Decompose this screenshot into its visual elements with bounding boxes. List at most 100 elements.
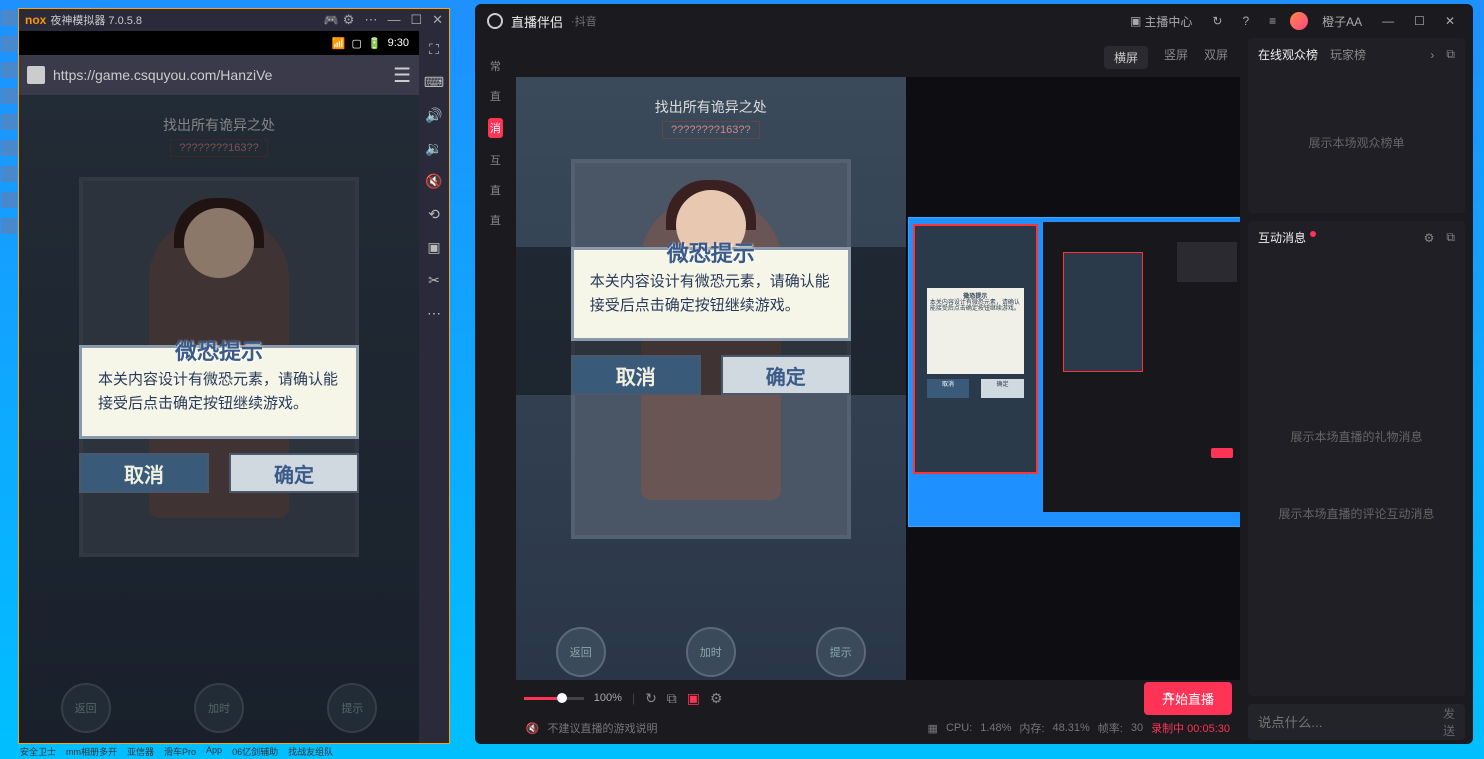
refresh-icon[interactable]: ↻ (645, 690, 657, 707)
mem-value: 48.31% (1052, 722, 1089, 734)
help-button[interactable]: ? (1236, 12, 1255, 30)
more-icon[interactable]: ⋯ (427, 305, 441, 322)
popout-icon[interactable]: ⧉ (1446, 230, 1455, 245)
sc-titlebar: 直播伴侣 ·抖音 ▣主播中心 ↻ ? ≡ 橙子AA — ☐ ✕ (475, 4, 1473, 38)
send-button[interactable]: 发送 (1443, 705, 1455, 739)
messages-empty: 展示本场直播的礼物消息 展示本场直播的评论互动消息 (1248, 254, 1465, 696)
nested-modal: 微恐提示 本关内容设计有微恐元素，请确认能接受后点击确定按钮继续游戏。 (927, 288, 1024, 374)
nav-item[interactable]: 互 (490, 152, 501, 168)
host-center-button[interactable]: ▣主播中心 (1124, 11, 1198, 32)
username[interactable]: 橙子AA (1316, 11, 1368, 32)
game-warning-modal: 微恐提示 本关内容设计有微恐元素，请确认能接受后点击确定按钮继续游戏。 (79, 345, 359, 439)
fps-value: 30 (1131, 722, 1143, 734)
preview-canvas[interactable]: 找出所有诡异之处 ????????163?? 返回 加时 提示 微恐提示 本关内… (516, 77, 1240, 680)
cursor-icon: ↖ (1164, 688, 1176, 705)
page-icon (27, 66, 45, 84)
menu-icon[interactable]: ☰ (393, 63, 411, 88)
recording-status: 录制中 00:05:30 (1151, 720, 1230, 736)
settings-icon[interactable]: ⚙ (343, 12, 355, 28)
sc-preview-column: 横屏 竖屏 双屏 找出所有诡异之处 ????????163?? 返回 加时 提示 (516, 38, 1240, 740)
cancel-button[interactable]: 取消 (79, 453, 209, 493)
sc-left-nav: 常 直 消 互 直 直 (483, 38, 508, 740)
maximize-button[interactable]: ☐ (1408, 12, 1431, 30)
android-clock: 9:30 (388, 37, 409, 49)
preview-source-screenshot[interactable]: 微恐提示 本关内容设计有微恐元素，请确认能接受后点击确定按钮继续游戏。 取消 确… (908, 217, 1240, 527)
cpu-label: CPU: (946, 722, 972, 734)
gamepad-icon[interactable]: 🎮 (324, 13, 339, 27)
taskbar-item[interactable]: 亚信器 (127, 745, 154, 759)
minimize-button[interactable]: — (387, 12, 400, 28)
chat-input[interactable] (1258, 715, 1435, 730)
screenshot-icon[interactable]: ▣ (427, 239, 440, 256)
sc-logo-icon (487, 13, 503, 29)
messages-panel: 互动消息 ⚙ ⧉ 展示本场直播的礼物消息 展示本场直播的评论互动消息 (1248, 221, 1465, 696)
windows-taskbar: 安全卫士 mm相册多开 亚信器 滑车Pro App 06亿剑辅助 找战友组队 (0, 745, 333, 759)
url-input[interactable] (53, 67, 385, 83)
browser-urlbar[interactable]: ☰ (19, 55, 419, 95)
nav-item[interactable]: 常 (490, 58, 501, 74)
nav-item-active[interactable]: 消 (488, 118, 503, 138)
sc-statusbar: 🔇 不建议直播的游戏说明 ▦ CPU: 1.48% 内存: 48.31% 帧率:… (516, 716, 1240, 740)
fps-label: 帧率: (1098, 720, 1123, 736)
tools-icon[interactable]: ⋯ (364, 12, 377, 28)
popout-icon[interactable]: ⧉ (1446, 47, 1455, 62)
tab-online-viewers[interactable]: 在线观众榜 (1258, 46, 1318, 63)
game-viewport: 找出所有诡异之处 ????????163?? 返回 加时 提示 微恐提示 本关内… (19, 95, 419, 743)
messages-title: 互动消息 (1258, 229, 1306, 246)
nox-title-text: 夜神模拟器 7.0.5.8 (50, 12, 319, 28)
zoom-slider[interactable] (524, 697, 584, 700)
taskbar-item[interactable]: 06亿剑辅助 (232, 745, 278, 759)
refresh-button[interactable]: ↻ (1206, 12, 1228, 30)
expand-icon[interactable]: ⛶ (429, 41, 439, 58)
scissors-icon[interactable]: ✂ (428, 272, 440, 289)
desktop-icons-column (0, 0, 18, 740)
tab-landscape[interactable]: 横屏 (1104, 46, 1148, 69)
preview-source-game[interactable]: 找出所有诡异之处 ????????163?? 返回 加时 提示 微恐提示 本关内… (516, 77, 906, 680)
menu-button[interactable]: ≡ (1263, 12, 1282, 30)
mute-icon: 🔇 (526, 722, 540, 735)
nav-item[interactable]: 直 (490, 88, 501, 104)
nox-logo: nox (25, 13, 46, 27)
close-button[interactable]: ✕ (432, 12, 443, 28)
tab-players[interactable]: 玩家榜 (1330, 46, 1366, 63)
mem-label: 内存: (1019, 720, 1044, 736)
nav-item[interactable]: 直 (490, 212, 501, 228)
settings-icon[interactable]: ⚙ (710, 690, 723, 707)
vol-down-icon[interactable]: 🔉 (425, 140, 442, 157)
stream-companion-window: 直播伴侣 ·抖音 ▣主播中心 ↻ ? ≡ 橙子AA — ☐ ✕ 常 直 消 互 … (475, 4, 1473, 744)
chevron-right-icon[interactable]: › (1430, 48, 1434, 62)
taskbar-item[interactable]: 滑车Pro (164, 745, 196, 759)
taskbar-item[interactable]: 找战友组队 (288, 745, 333, 759)
rotate-icon[interactable]: ⟲ (428, 206, 440, 223)
vol-up-icon[interactable]: 🔊 (425, 107, 442, 124)
ok-button[interactable]: 确定 (229, 453, 359, 493)
nav-item[interactable]: 直 (490, 182, 501, 198)
taskbar-item[interactable]: mm相册多开 (66, 745, 117, 759)
nox-titlebar: nox 夜神模拟器 7.0.5.8 🎮 ⚙ ⋯ — ☐ ✕ (19, 9, 449, 31)
preview-controls: 100% | ↻ ⧉ ▣ ⚙ 开始直播 ↖ (516, 680, 1240, 716)
nox-emulator-window: nox 夜神模拟器 7.0.5.8 🎮 ⚙ ⋯ — ☐ ✕ 📶 ▢ 🔋 9:30… (18, 8, 450, 744)
vol-mute-icon[interactable]: 🔇 (425, 173, 442, 190)
avatar[interactable] (1290, 12, 1308, 30)
nested-nox: 微恐提示 本关内容设计有微恐元素，请确认能接受后点击确定按钮继续游戏。 取消 确… (913, 224, 1038, 474)
footer-warning[interactable]: 不建议直播的游戏说明 (548, 720, 920, 736)
record-icon[interactable]: ▣ (687, 690, 700, 707)
layout-tabs: 横屏 竖屏 双屏 (516, 38, 1240, 77)
game-modal-overlay: 微恐提示 本关内容设计有微恐元素，请确认能接受后点击确定按钮继续游戏。 取消 确… (19, 95, 419, 743)
nox-sidebar: ⛶ ⌨ 🔊 🔉 🔇 ⟲ ▣ ✂ ⋯ (419, 31, 449, 743)
close-button[interactable]: ✕ (1439, 12, 1461, 30)
tab-dual[interactable]: 双屏 (1204, 46, 1228, 69)
viewers-empty: 展示本场观众榜单 (1248, 71, 1465, 213)
taskbar-item[interactable]: 安全卫士 (20, 745, 56, 759)
go-live-button[interactable]: 开始直播 ↖ (1144, 682, 1232, 715)
minimize-button[interactable]: — (1376, 12, 1400, 30)
modal-title: 微恐提示 (175, 334, 263, 369)
notification-dot-icon (1310, 231, 1316, 237)
taskbar-item[interactable]: App (206, 745, 222, 759)
keyboard-icon[interactable]: ⌨ (424, 74, 444, 91)
maximize-button[interactable]: ☐ (410, 12, 422, 28)
nested-sc (1043, 222, 1240, 512)
settings-icon[interactable]: ⚙ (1424, 231, 1435, 245)
window-icon[interactable]: ⧉ (667, 690, 677, 707)
tab-portrait[interactable]: 竖屏 (1164, 46, 1188, 69)
